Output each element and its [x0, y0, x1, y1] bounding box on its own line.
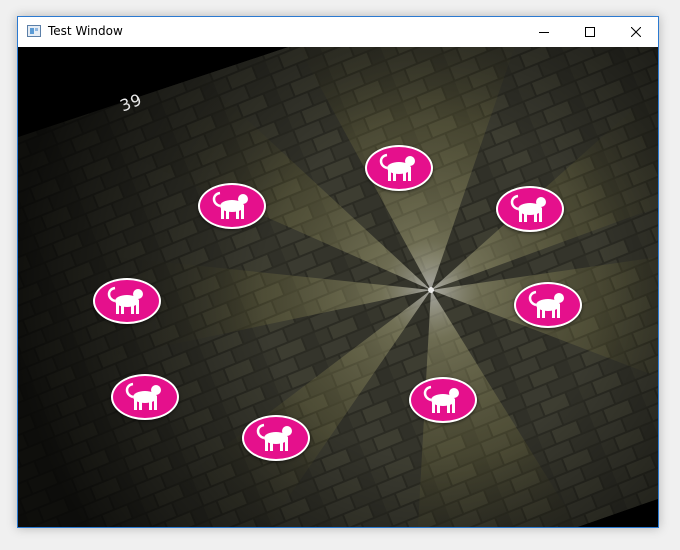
- monkey-icon: [510, 194, 546, 222]
- close-icon: [631, 27, 641, 37]
- monkey-icon: [528, 290, 564, 318]
- minimize-icon: [539, 32, 549, 33]
- monkey-token[interactable]: [198, 183, 266, 229]
- app-icon: [27, 25, 41, 37]
- monkey-token[interactable]: [409, 377, 477, 423]
- title-bar[interactable]: Test Window: [18, 17, 658, 47]
- monkey-icon: [379, 153, 415, 181]
- monkey-token[interactable]: [514, 282, 582, 328]
- app-window: Test Window 39: [17, 16, 659, 528]
- monkey-token[interactable]: [496, 186, 564, 232]
- minimize-button[interactable]: [521, 17, 567, 47]
- monkey-token[interactable]: [111, 374, 179, 420]
- monkey-token[interactable]: [93, 278, 161, 324]
- monkey-icon: [107, 286, 143, 314]
- monkey-icon: [423, 385, 459, 413]
- game-canvas[interactable]: 39: [18, 47, 658, 527]
- monkey-icon: [125, 382, 161, 410]
- monkey-icon: [256, 423, 292, 451]
- maximize-button[interactable]: [567, 17, 613, 47]
- monkey-icon: [212, 191, 248, 219]
- monkey-token[interactable]: [242, 415, 310, 461]
- monkey-token[interactable]: [365, 145, 433, 191]
- window-title: Test Window: [48, 24, 123, 38]
- light-source: [428, 287, 434, 293]
- maximize-icon: [585, 27, 595, 37]
- close-button[interactable]: [613, 17, 659, 47]
